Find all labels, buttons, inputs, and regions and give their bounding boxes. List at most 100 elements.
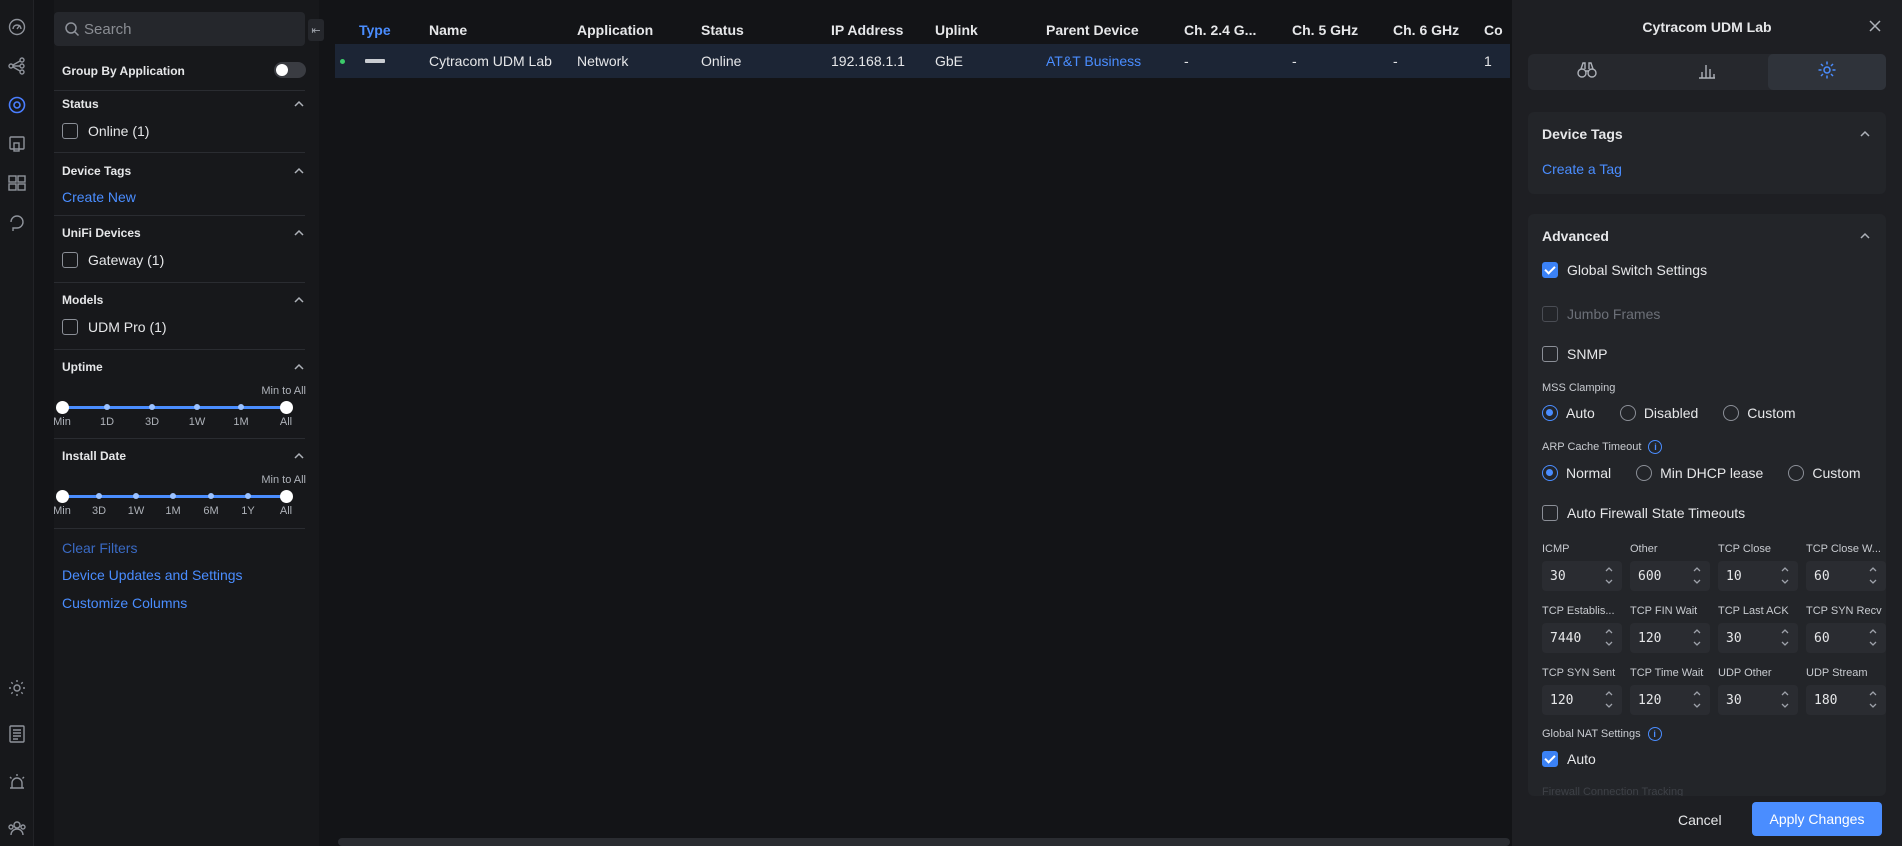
search-box[interactable] — [54, 12, 305, 46]
stepper-value[interactable]: 7440 — [1550, 631, 1581, 646]
number-stepper-input[interactable]: 120 — [1630, 685, 1710, 715]
stepper-value[interactable]: 30 — [1550, 569, 1566, 584]
checkbox[interactable] — [62, 123, 78, 139]
increment-arrow-icon[interactable] — [1692, 689, 1702, 697]
stepper-value[interactable]: 180 — [1814, 693, 1837, 708]
info-icon[interactable]: i — [1648, 440, 1663, 454]
logs-icon[interactable] — [7, 724, 27, 744]
chevron-up-icon[interactable] — [292, 449, 306, 463]
column-header-ch6[interactable]: Ch. 6 GHz — [1393, 22, 1459, 38]
column-header-ch5[interactable]: Ch. 5 GHz — [1292, 22, 1358, 38]
radio-option[interactable]: Disabled — [1619, 405, 1698, 421]
global-switch-settings-checkbox[interactable]: Global Switch Settings — [1542, 262, 1707, 278]
stepper-value[interactable]: 30 — [1726, 631, 1742, 646]
column-header-status[interactable]: Status — [701, 22, 744, 38]
increment-arrow-icon[interactable] — [1604, 627, 1614, 635]
client-devices-icon[interactable] — [7, 134, 27, 154]
decrement-arrow-icon[interactable] — [1604, 640, 1614, 648]
decrement-arrow-icon[interactable] — [1604, 578, 1614, 586]
insights-icon[interactable] — [7, 213, 27, 233]
radio-option[interactable]: Custom — [1788, 465, 1861, 481]
chevron-up-icon[interactable] — [292, 164, 306, 178]
number-stepper-input[interactable]: 30 — [1718, 685, 1798, 715]
cell-parent-device-link[interactable]: AT&T Business — [1046, 53, 1141, 69]
radio-option[interactable]: Custom — [1723, 405, 1796, 421]
stepper-value[interactable]: 60 — [1814, 631, 1830, 646]
column-header-name[interactable]: Name — [429, 22, 467, 38]
decrement-arrow-icon[interactable] — [1692, 578, 1702, 586]
stepper-value[interactable]: 30 — [1726, 693, 1742, 708]
slider-min-handle[interactable] — [56, 401, 69, 414]
number-stepper-input[interactable]: 600 — [1630, 561, 1710, 591]
number-stepper-input[interactable]: 10 — [1718, 561, 1798, 591]
decrement-arrow-icon[interactable] — [1780, 640, 1790, 648]
checkbox[interactable] — [1542, 306, 1558, 322]
create-a-tag-link[interactable]: Create a Tag — [1542, 161, 1622, 177]
filter-checkbox-online[interactable]: Online (1) — [62, 123, 306, 139]
increment-arrow-icon[interactable] — [1692, 565, 1702, 573]
chevron-up-icon[interactable] — [292, 226, 306, 240]
decrement-arrow-icon[interactable] — [1868, 640, 1878, 648]
column-header-co[interactable]: Co — [1484, 22, 1503, 38]
number-stepper-input[interactable]: 120 — [1542, 685, 1622, 715]
increment-arrow-icon[interactable] — [1692, 627, 1702, 635]
tab-overview[interactable] — [1528, 54, 1646, 90]
devices-icon[interactable] — [7, 95, 27, 115]
radio[interactable] — [1723, 405, 1740, 421]
increment-arrow-icon[interactable] — [1868, 627, 1878, 635]
chevron-up-icon[interactable] — [1858, 127, 1872, 141]
filter-checkbox-gateway[interactable]: Gateway (1) — [62, 252, 306, 268]
close-icon[interactable] — [1868, 19, 1882, 33]
alarms-icon[interactable] — [7, 772, 27, 792]
decrement-arrow-icon[interactable] — [1780, 702, 1790, 710]
radio-option[interactable]: Min DHCP lease — [1636, 465, 1763, 481]
topology-icon[interactable] — [7, 56, 27, 76]
stepper-value[interactable]: 120 — [1550, 693, 1573, 708]
checkbox[interactable] — [1542, 262, 1558, 278]
decrement-arrow-icon[interactable] — [1692, 702, 1702, 710]
group-by-toggle[interactable] — [274, 62, 306, 78]
admins-icon[interactable] — [7, 818, 27, 838]
column-header-application[interactable]: Application — [577, 22, 653, 38]
column-header-ch24[interactable]: Ch. 2.4 G... — [1184, 22, 1256, 38]
increment-arrow-icon[interactable] — [1868, 565, 1878, 573]
create-new-tag-link[interactable]: Create New — [62, 189, 136, 205]
number-stepper-input[interactable]: 60 — [1806, 623, 1886, 653]
radio[interactable] — [1636, 465, 1653, 481]
table-row[interactable]: Cytracom UDM Lab Network Online 192.168.… — [335, 44, 1510, 78]
auto-firewall-timeouts-checkbox[interactable]: Auto Firewall State Timeouts — [1542, 505, 1745, 521]
cancel-button[interactable]: Cancel — [1678, 812, 1722, 828]
column-header-type[interactable]: Type — [359, 22, 391, 38]
nat-auto-checkbox[interactable]: Auto — [1542, 751, 1596, 767]
radio[interactable] — [1788, 465, 1805, 481]
jumbo-frames-checkbox[interactable]: Jumbo Frames — [1542, 306, 1660, 322]
column-header-uplink[interactable]: Uplink — [935, 22, 978, 38]
number-stepper-input[interactable]: 120 — [1630, 623, 1710, 653]
radio-option[interactable]: Normal — [1542, 465, 1611, 481]
increment-arrow-icon[interactable] — [1780, 627, 1790, 635]
radio[interactable] — [1542, 465, 1558, 481]
column-header-parent[interactable]: Parent Device — [1046, 22, 1139, 38]
ports-icon[interactable] — [7, 173, 27, 193]
number-stepper-input[interactable]: 60 — [1806, 561, 1886, 591]
device-updates-link[interactable]: Device Updates and Settings — [62, 567, 243, 583]
radio[interactable] — [1619, 405, 1636, 421]
slider-min-handle[interactable] — [56, 490, 69, 503]
stepper-value[interactable]: 600 — [1638, 569, 1661, 584]
radio[interactable] — [1542, 405, 1558, 421]
checkbox[interactable] — [1542, 505, 1558, 521]
number-stepper-input[interactable]: 30 — [1718, 623, 1798, 653]
clear-filters-link[interactable]: Clear Filters — [62, 540, 137, 556]
slider-track[interactable] — [62, 406, 286, 409]
number-stepper-input[interactable]: 7440 — [1542, 623, 1622, 653]
checkbox[interactable] — [1542, 751, 1558, 767]
number-stepper-input[interactable]: 30 — [1542, 561, 1622, 591]
settings-icon[interactable] — [7, 678, 27, 698]
chevron-up-icon[interactable] — [292, 293, 306, 307]
stepper-value[interactable]: 120 — [1638, 631, 1661, 646]
horizontal-scrollbar[interactable] — [338, 838, 1510, 846]
decrement-arrow-icon[interactable] — [1868, 702, 1878, 710]
info-icon[interactable]: i — [1647, 727, 1662, 741]
increment-arrow-icon[interactable] — [1604, 689, 1614, 697]
stepper-value[interactable]: 120 — [1638, 693, 1661, 708]
